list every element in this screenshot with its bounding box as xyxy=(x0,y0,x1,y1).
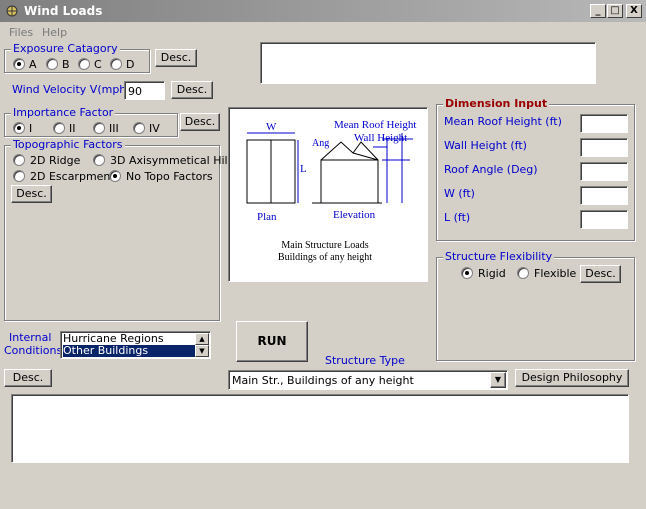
exposure-option-b: B xyxy=(62,58,70,71)
wall-height-input[interactable] xyxy=(580,138,628,157)
exposure-option-c: C xyxy=(94,58,102,71)
diagram-wall-height-label: Wall Height xyxy=(354,132,407,144)
diagram-w-label: W xyxy=(266,121,277,133)
structure-type-label: Structure Type xyxy=(325,354,405,367)
exposure-option-a: A xyxy=(29,58,37,71)
exposure-radio-d[interactable] xyxy=(110,58,122,70)
importance-option-ii: II xyxy=(69,122,76,135)
importance-label: Importance Factor xyxy=(11,106,116,119)
close-button[interactable]: X xyxy=(626,4,642,18)
exposure-label: Exposure Catagory xyxy=(11,42,120,55)
w-label: W (ft) xyxy=(444,187,475,200)
wall-height-label: Wall Height (ft) xyxy=(444,139,527,152)
output-textbox[interactable] xyxy=(11,394,629,463)
topo-radio-3d-hill[interactable] xyxy=(93,154,105,166)
l-label: L (ft) xyxy=(444,211,471,224)
menu-bar: Files Help xyxy=(0,22,646,42)
importance-radio-i[interactable] xyxy=(13,122,25,134)
diagram-elevation-label: Elevation xyxy=(333,209,376,221)
listbox-scroll-up-icon[interactable]: ▲ xyxy=(195,333,209,345)
title-bar[interactable]: Wind Loads _ □ X xyxy=(0,0,646,22)
structure-type-value: Main Str., Buildings of any height xyxy=(232,374,414,387)
diagram-l-label: L xyxy=(300,163,307,175)
diagram-caption-2: Buildings of any height xyxy=(278,252,372,263)
design-philosophy-button[interactable]: Design Philosophy xyxy=(515,369,629,387)
exposure-desc-button[interactable]: Desc. xyxy=(155,49,197,67)
importance-desc-button[interactable]: Desc. xyxy=(180,113,220,131)
importance-radio-iii[interactable] xyxy=(93,122,105,134)
flexibility-option-flexible: Flexible xyxy=(534,267,577,280)
exposure-option-d: D xyxy=(126,58,135,71)
internal-conditions-item-other[interactable]: Other Buildings xyxy=(63,345,195,357)
wind-velocity-input[interactable]: 90 xyxy=(124,81,165,100)
flexibility-option-rigid: Rigid xyxy=(478,267,506,280)
internal-conditions-label-1: Internal xyxy=(9,331,52,344)
internal-conditions-listbox[interactable]: Hurricane Regions Other Buildings ▲ ▼ xyxy=(60,331,211,359)
wind-velocity-label: Wind Velocity V(mph) xyxy=(12,83,131,96)
mean-roof-height-input[interactable] xyxy=(580,114,628,133)
wind-velocity-desc-button[interactable]: Desc. xyxy=(171,81,213,99)
wind-velocity-value: 90 xyxy=(128,85,142,98)
diagram-plan-label: Plan xyxy=(257,211,277,223)
roof-angle-label: Roof Angle (Deg) xyxy=(444,163,538,176)
maximize-button[interactable]: □ xyxy=(607,4,623,18)
internal-conditions-label-2: Conditions xyxy=(4,344,63,357)
diagram-mean-roof-label: Mean Roof Height xyxy=(334,119,416,131)
topographic-label: Topographic Factors xyxy=(11,138,125,151)
topo-option-2d-ridge: 2D Ridge xyxy=(30,154,81,167)
exposure-radio-b[interactable] xyxy=(46,58,58,70)
topo-radio-2d-escarpment[interactable] xyxy=(13,170,25,182)
topo-option-2d-escarpment: 2D Escarpment xyxy=(30,170,115,183)
listbox-scroll-down-icon[interactable]: ▼ xyxy=(195,345,209,357)
topographic-desc-button[interactable]: Desc. xyxy=(11,185,52,203)
app-icon xyxy=(6,5,18,17)
l-input[interactable] xyxy=(580,210,628,229)
flexibility-radio-rigid[interactable] xyxy=(461,267,473,279)
diagram-caption-1: Main Structure Loads xyxy=(281,240,368,251)
importance-option-i: I xyxy=(29,122,33,135)
internal-conditions-desc-button[interactable]: Desc. xyxy=(4,369,52,387)
dropdown-arrow-icon[interactable]: ▼ xyxy=(490,372,506,388)
importance-option-iii: III xyxy=(109,122,119,135)
dimension-input-label: Dimension Input xyxy=(443,97,550,110)
mean-roof-height-label: Mean Roof Height (ft) xyxy=(444,115,562,128)
exposure-radio-a[interactable] xyxy=(13,58,25,70)
minimize-button[interactable]: _ xyxy=(590,4,606,18)
run-button[interactable]: RUN xyxy=(236,321,308,362)
window-title: Wind Loads xyxy=(24,4,103,18)
importance-radio-iv[interactable] xyxy=(133,122,145,134)
structure-diagram: W L Ang Mean Roof Height Wall Height Pla… xyxy=(228,107,428,282)
flexibility-label: Structure Flexibility xyxy=(443,250,555,263)
importance-option-iv: IV xyxy=(149,122,160,135)
topo-radio-2d-ridge[interactable] xyxy=(13,154,25,166)
flexibility-desc-button[interactable]: Desc. xyxy=(580,265,621,283)
exposure-radio-c[interactable] xyxy=(78,58,90,70)
structure-type-dropdown[interactable]: Main Str., Buildings of any height ▼ xyxy=(228,370,508,390)
importance-radio-ii[interactable] xyxy=(53,122,65,134)
flexibility-radio-flexible[interactable] xyxy=(517,267,529,279)
w-input[interactable] xyxy=(580,186,628,205)
topo-radio-none[interactable] xyxy=(109,170,121,182)
diagram-ang-label: Ang xyxy=(312,138,329,149)
building-diagram: W L Ang Mean Roof Height Wall Height Pla… xyxy=(246,119,416,263)
topo-option-3d-hill: 3D Axisymmetical Hill xyxy=(110,154,231,167)
info-textbox[interactable] xyxy=(260,42,596,84)
roof-angle-input[interactable] xyxy=(580,162,628,181)
menu-files[interactable]: Files xyxy=(9,26,33,39)
topo-option-none: No Topo Factors xyxy=(126,170,213,183)
menu-help[interactable]: Help xyxy=(42,26,67,39)
